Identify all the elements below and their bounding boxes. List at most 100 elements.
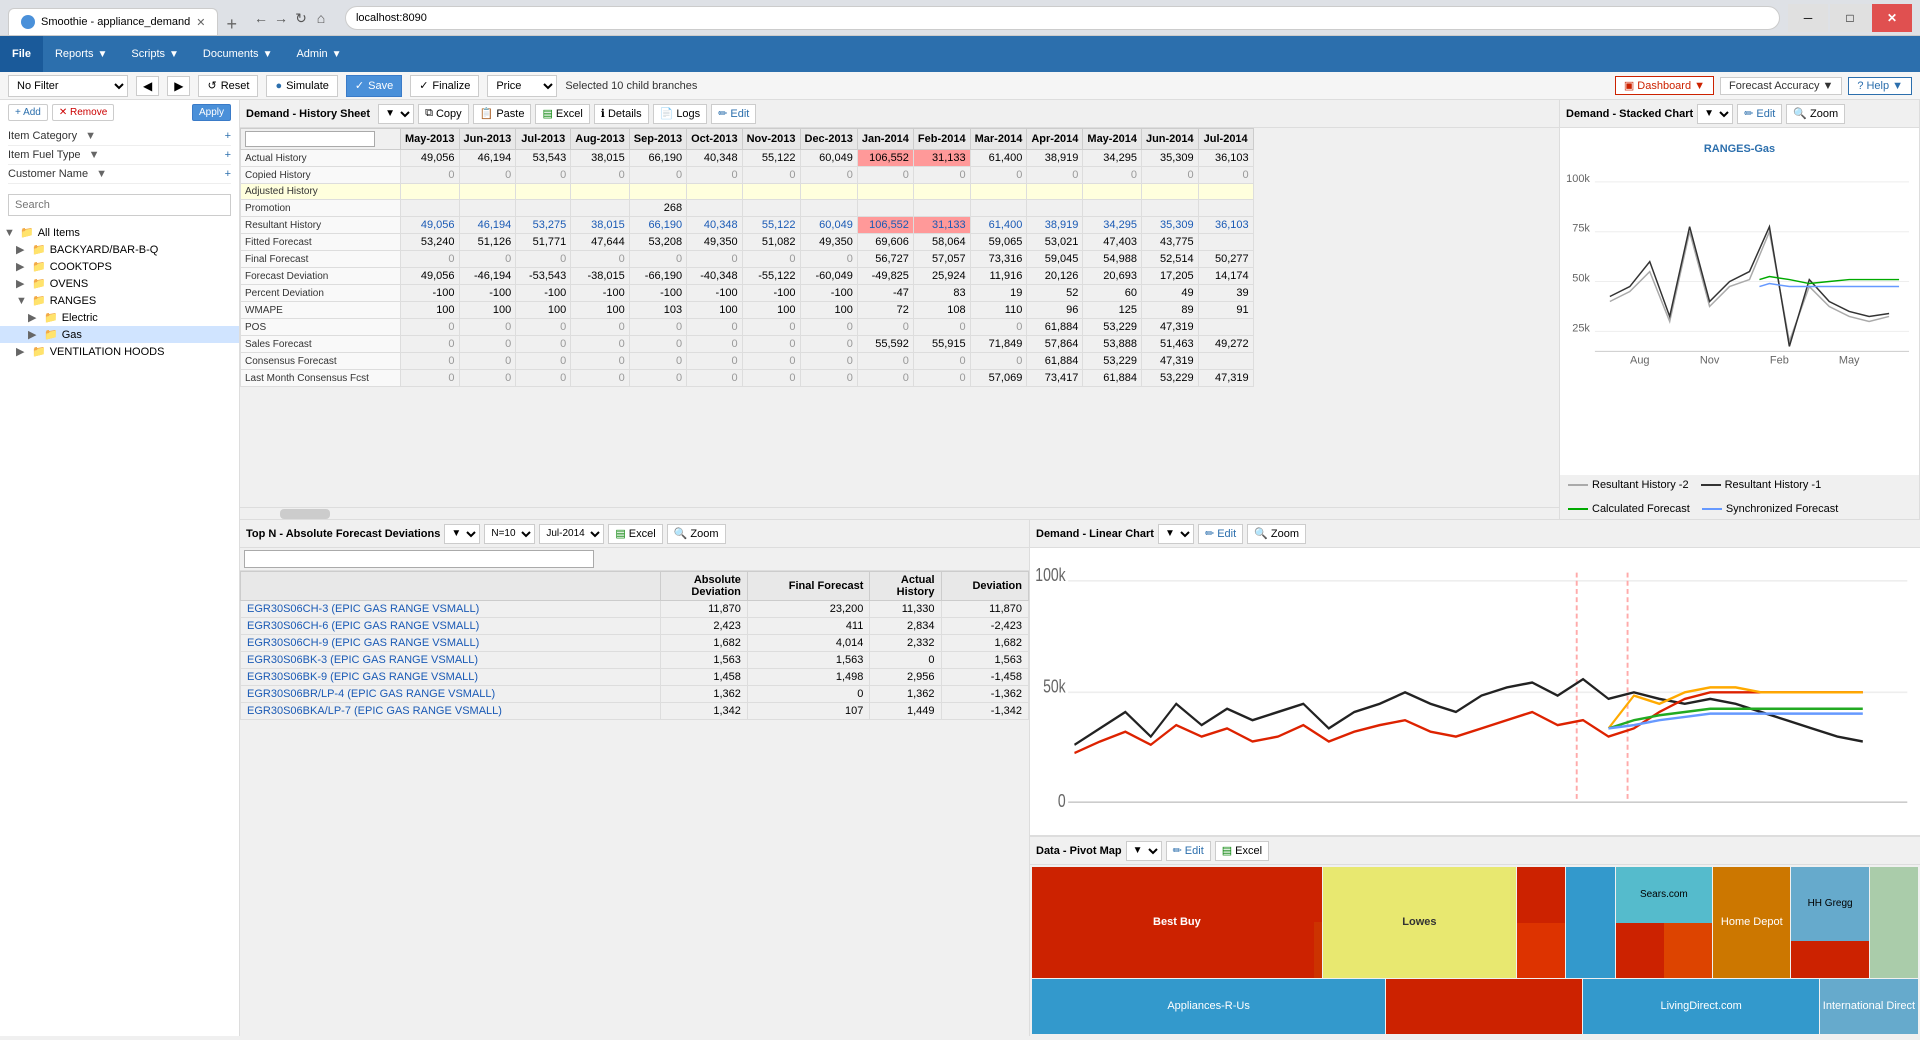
- price-select[interactable]: Price: [487, 75, 557, 97]
- filter-category-plus[interactable]: +: [225, 130, 231, 142]
- tab-close-btn[interactable]: ✕: [196, 16, 205, 29]
- filter-fuel-plus[interactable]: +: [225, 149, 231, 161]
- tree-gas[interactable]: ▶ 📁 Gas: [0, 326, 239, 343]
- reset-btn[interactable]: ↺ Reset: [198, 75, 258, 97]
- details-btn[interactable]: ℹ Details: [594, 104, 649, 124]
- list-item: EGR30S06BK-3 (EPIC GAS RANGE VSMALL) 1,5…: [241, 652, 1029, 669]
- copy-btn[interactable]: ⧉ Copy: [418, 104, 469, 124]
- filter-customer-name[interactable]: Customer Name ▼ +: [8, 165, 231, 184]
- treemap-cell-intldirect[interactable]: International Direct: [1820, 979, 1918, 1034]
- new-tab-btn[interactable]: +: [218, 14, 245, 35]
- nav-reports[interactable]: Reports ▼: [43, 36, 119, 72]
- forecast-accuracy-btn[interactable]: Forecast Accuracy ▼: [1720, 77, 1842, 95]
- treemap-cell-homedepot[interactable]: Home Depot: [1713, 867, 1790, 978]
- treemap-cell-sears[interactable]: Sears.com: [1616, 867, 1713, 978]
- help-btn[interactable]: ? Help ▼: [1848, 77, 1912, 95]
- tree-all-items[interactable]: ▼ 📁 All Items: [0, 224, 239, 241]
- tree-ovens[interactable]: ▶ 📁 OVENS: [0, 275, 239, 292]
- treemap-cell-appliances[interactable]: Appliances-R-Us: [1032, 979, 1385, 1034]
- minimize-btn[interactable]: ─: [1788, 4, 1828, 32]
- dev-search-input[interactable]: [244, 550, 594, 568]
- linear-chart-select[interactable]: ▼: [1158, 524, 1194, 544]
- tree-cooktops[interactable]: ▶ 📁 COOKTOPS: [0, 258, 239, 275]
- reload-btn[interactable]: ↻: [293, 10, 309, 26]
- tree-electric[interactable]: ▶ 📁 Electric: [0, 309, 239, 326]
- history-table-wrap[interactable]: May-2013 Jun-2013 Jul-2013 Aug-2013 Sep-…: [240, 128, 1559, 507]
- maximize-btn[interactable]: □: [1830, 4, 1870, 32]
- treemap-cell-livingdirect[interactable]: LivingDirect.com: [1583, 979, 1818, 1034]
- dev-row-name[interactable]: EGR30S06CH-6 (EPIC GAS RANGE VSMALL): [241, 618, 661, 635]
- filter-item-category[interactable]: Item Category ▼ +: [8, 127, 231, 146]
- url-display: localhost:8090: [356, 12, 427, 24]
- save-btn[interactable]: ✓ Save: [346, 75, 402, 97]
- stacked-chart-panel: Demand - Stacked Chart ▼ ✏ Edit 🔍 Zoom: [1560, 100, 1920, 519]
- nav-admin[interactable]: Admin ▼: [284, 36, 353, 72]
- dev-row-name[interactable]: EGR30S06CH-3 (EPIC GAS RANGE VSMALL): [241, 601, 661, 618]
- excel-btn-dev[interactable]: ▤ Excel: [608, 524, 662, 544]
- dev-row-name[interactable]: EGR30S06BR/LP-4 (EPIC GAS RANGE VSMALL): [241, 686, 661, 703]
- close-btn[interactable]: ✕: [1872, 4, 1912, 32]
- reset-label: Reset: [221, 80, 250, 92]
- paste-btn[interactable]: 📋 Paste: [473, 104, 532, 124]
- right-bottom-col: Demand - Linear Chart ▼ ✏ Edit 🔍 Zoom: [1030, 520, 1920, 1036]
- tree-expand-ovens: ▶: [16, 277, 28, 290]
- browser-controls: ← → ↻ ⌂: [253, 10, 329, 26]
- horizontal-scrollbar[interactable]: [240, 507, 1559, 519]
- search-input[interactable]: [8, 194, 231, 216]
- tree-expand-electric: ▶: [28, 311, 40, 324]
- home-btn[interactable]: ⌂: [313, 10, 329, 26]
- dev-row-name[interactable]: EGR30S06CH-9 (EPIC GAS RANGE VSMALL): [241, 635, 661, 652]
- col-jun2013: Jun-2013: [459, 129, 516, 150]
- history-sheet-select[interactable]: ▼: [378, 104, 414, 124]
- help-label: Help: [1866, 80, 1889, 92]
- table-row: Consensus Forecast 0000000000061,88453,2…: [241, 353, 1254, 370]
- treemap-cell-blue1[interactable]: [1566, 867, 1614, 978]
- active-tab[interactable]: Smoothie - appliance_demand ✕: [8, 8, 218, 35]
- deviations-select[interactable]: ▼: [444, 524, 480, 544]
- forward-nav-btn[interactable]: ▶: [167, 76, 190, 96]
- edit-btn-hs[interactable]: ✏ Edit: [711, 104, 756, 124]
- nav-scripts[interactable]: Scripts ▼: [119, 36, 191, 72]
- finalize-btn[interactable]: ✓ Finalize: [410, 75, 479, 97]
- edit-btn-pm[interactable]: ✏ Edit: [1166, 841, 1211, 861]
- zoom-btn-lc[interactable]: 🔍 Zoom: [1247, 524, 1306, 544]
- treemap-cell-bestbuy[interactable]: Best Buy: [1032, 867, 1322, 978]
- dev-row-name[interactable]: EGR30S06BK-9 (EPIC GAS RANGE VSMALL): [241, 669, 661, 686]
- forward-btn[interactable]: →: [273, 10, 289, 26]
- edit-btn-lc[interactable]: ✏ Edit: [1198, 524, 1243, 544]
- n-select[interactable]: N=10: [484, 524, 535, 544]
- table-search-input[interactable]: [245, 131, 375, 147]
- dev-table-wrap[interactable]: AbsoluteDeviation Final Forecast ActualH…: [240, 571, 1029, 1036]
- filter-item-fuel[interactable]: Item Fuel Type ▼ +: [8, 146, 231, 165]
- address-bar[interactable]: localhost:8090: [345, 6, 1780, 30]
- simulate-btn[interactable]: ● Simulate: [266, 75, 337, 97]
- stacked-chart-select[interactable]: ▼: [1697, 104, 1733, 124]
- nav-file[interactable]: File: [0, 36, 43, 72]
- nav-documents[interactable]: Documents ▼: [191, 36, 285, 72]
- filter-customer-plus[interactable]: +: [225, 168, 231, 180]
- remove-filter-btn[interactable]: ✕ Remove: [52, 104, 114, 121]
- back-nav-btn[interactable]: ◀: [136, 76, 159, 96]
- dev-row-abs: 1,563: [660, 652, 747, 669]
- dev-row-name[interactable]: EGR30S06BK-3 (EPIC GAS RANGE VSMALL): [241, 652, 661, 669]
- tree-ventilation[interactable]: ▶ 📁 VENTILATION HOODS: [0, 343, 239, 360]
- excel-btn-pm[interactable]: ▤ Excel: [1215, 841, 1269, 861]
- dashboard-btn[interactable]: ▣ Dashboard ▼: [1615, 76, 1714, 95]
- add-filter-btn[interactable]: + Add: [8, 104, 48, 121]
- pivot-map-select[interactable]: ▼: [1126, 841, 1162, 861]
- zoom-btn-dev[interactable]: 🔍 Zoom: [667, 524, 726, 544]
- treemap-cell-lowes[interactable]: Lowes: [1323, 867, 1516, 978]
- zoom-btn-sc[interactable]: 🔍 Zoom: [1786, 104, 1845, 124]
- tree-ranges[interactable]: ▼ 📁 RANGES: [0, 292, 239, 309]
- treemap-cell-hhgregg[interactable]: HH Gregg: [1791, 867, 1868, 978]
- excel-btn-hs[interactable]: ▤ Excel: [535, 104, 589, 124]
- apply-filter-btn[interactable]: Apply: [192, 104, 231, 121]
- dev-row-name[interactable]: EGR30S06BKA/LP-7 (EPIC GAS RANGE VSMALL): [241, 703, 661, 720]
- tree-backyard[interactable]: ▶ 📁 BACKYARD/BAR-B-Q: [0, 241, 239, 258]
- back-btn[interactable]: ←: [253, 10, 269, 26]
- main-filter-select[interactable]: No Filter: [8, 75, 128, 97]
- date-select[interactable]: Jul-2014: [539, 524, 604, 544]
- filter-category-arrow: ▼: [85, 130, 96, 142]
- logs-btn[interactable]: 📄 Logs: [653, 104, 708, 124]
- edit-btn-sc[interactable]: ✏ Edit: [1737, 104, 1782, 124]
